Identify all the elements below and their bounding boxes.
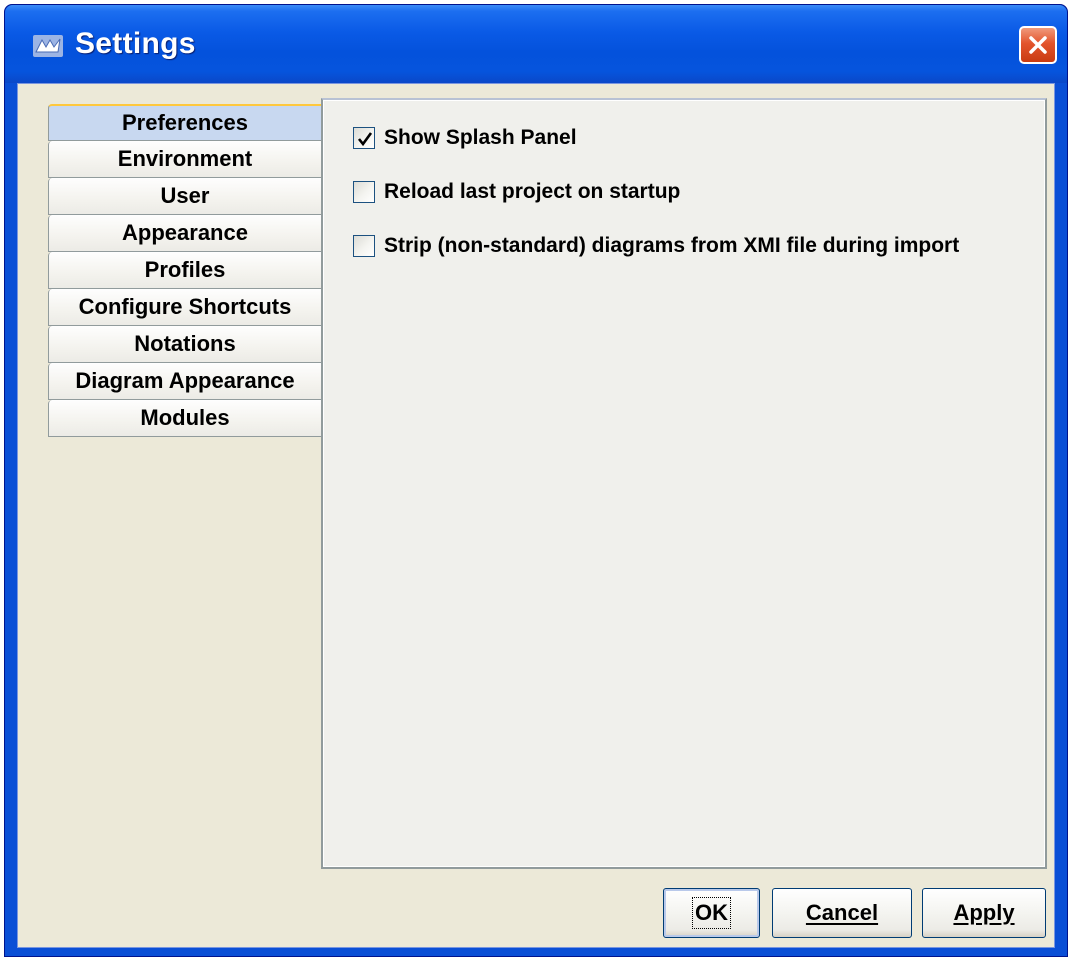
strip-diagrams-checkbox[interactable]: Strip (non-standard) diagrams from XMI f… (353, 234, 959, 258)
tab-appearance[interactable]: Appearance (48, 215, 321, 252)
reload-last-project-checkbox[interactable]: Reload last project on startup (353, 180, 680, 204)
settings-window: Settings Preferences Environment User Ap… (4, 4, 1068, 957)
tab-configure-shortcuts[interactable]: Configure Shortcuts (48, 289, 321, 326)
dialog-content: Preferences Environment User Appearance … (17, 83, 1055, 948)
checkbox-label: Strip (non-standard) diagrams from XMI f… (384, 234, 960, 257)
close-icon (1029, 36, 1047, 54)
close-button[interactable] (1019, 26, 1057, 64)
tab-user[interactable]: User (48, 178, 321, 215)
ok-button[interactable]: OK (663, 888, 760, 938)
tab-notations[interactable]: Notations (48, 326, 321, 363)
checkbox-label: Reload last project on startup (384, 180, 681, 203)
tab-profiles[interactable]: Profiles (48, 252, 321, 289)
tab-diagram-appearance[interactable]: Diagram Appearance (48, 363, 321, 400)
title-bar[interactable]: Settings (5, 5, 1067, 83)
checkbox-box[interactable] (353, 181, 375, 203)
app-logo-icon (33, 35, 63, 57)
button-bar: OK Cancel Apply (18, 888, 1056, 938)
checkmark-icon (357, 132, 373, 147)
tab-modules[interactable]: Modules (48, 400, 321, 437)
settings-tabs: Preferences Environment User Appearance … (48, 104, 321, 437)
ok-button-label: OK (692, 897, 731, 929)
cancel-button[interactable]: Cancel (772, 888, 912, 938)
preferences-panel: Show Splash Panel Reload last project on… (321, 98, 1047, 869)
tab-preferences[interactable]: Preferences (48, 104, 321, 141)
window-title: Settings (75, 27, 196, 60)
checkbox-label: Show Splash Panel (384, 126, 577, 149)
checkbox-box[interactable] (353, 235, 375, 257)
tab-environment[interactable]: Environment (48, 141, 321, 178)
show-splash-panel-checkbox[interactable]: Show Splash Panel (353, 126, 577, 150)
checkbox-box[interactable] (353, 127, 375, 149)
apply-button[interactable]: Apply (922, 888, 1046, 938)
